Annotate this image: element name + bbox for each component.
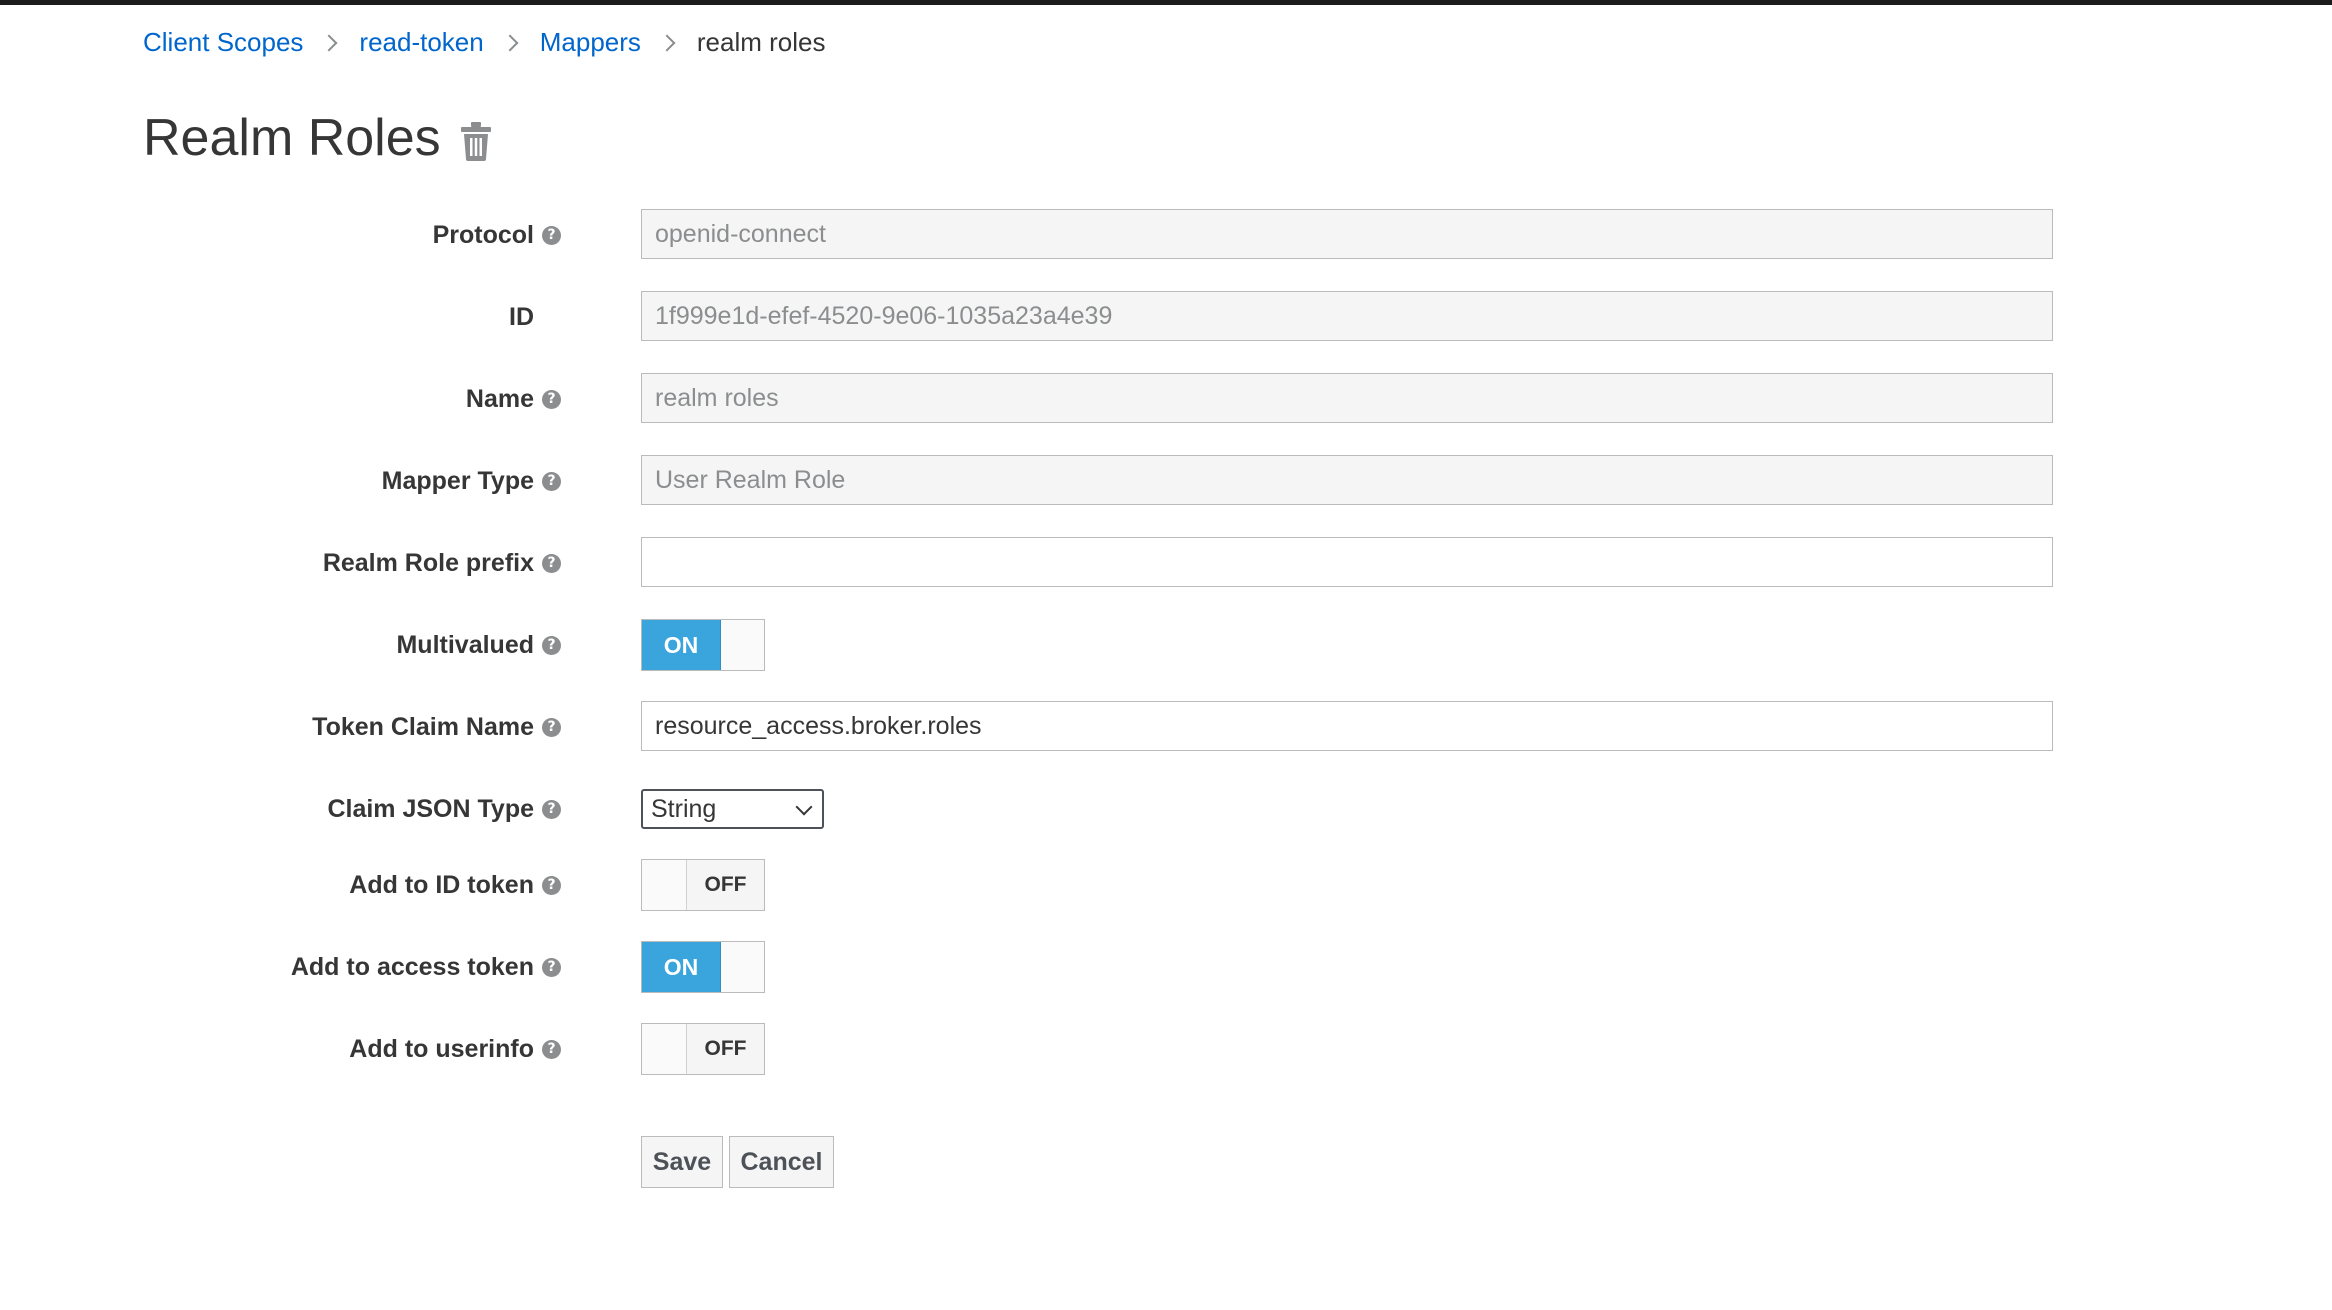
toggle-on-label: ON (642, 942, 721, 992)
realm-role-prefix-label-text: Realm Role prefix (322, 548, 534, 577)
protocol-field[interactable] (641, 209, 2053, 259)
toggle-off-label: OFF (687, 860, 764, 910)
add-to-userinfo-label-text: Add to userinfo (349, 1034, 534, 1063)
help-icon[interactable]: ? (542, 225, 561, 245)
help-icon[interactable]: ? (542, 957, 561, 977)
chevron-down-icon (795, 798, 813, 816)
help-icon[interactable]: ? (542, 389, 561, 409)
token-claim-name-input[interactable] (641, 701, 2053, 751)
help-icon[interactable]: ? (542, 717, 561, 737)
add-to-id-token-label-text: Add to ID token (349, 870, 534, 899)
claim-json-type-label-text: Claim JSON Type (327, 794, 534, 823)
toggle-handle (721, 620, 764, 670)
id-field[interactable] (641, 291, 2053, 341)
mapper-type-field[interactable] (641, 455, 2053, 505)
protocol-label: Protocol ? (433, 209, 561, 261)
form-row-protocol: Protocol ? (0, 209, 2332, 261)
chevron-right-icon (658, 34, 676, 52)
trash-icon[interactable] (460, 121, 491, 161)
form-row-multivalued: Multivalued ? ON (0, 619, 2332, 671)
breadcrumb-mappers[interactable]: Mappers (540, 27, 641, 58)
toggle-handle (642, 1024, 687, 1074)
form-row-id: ID (0, 291, 2332, 343)
mapper-type-label-text: Mapper Type (381, 466, 534, 495)
toggle-handle (642, 860, 687, 910)
top-bar (0, 0, 2332, 5)
breadcrumb: Client Scopes read-token Mappers realm r… (143, 22, 825, 62)
chevron-right-icon (501, 34, 519, 52)
help-icon[interactable]: ? (542, 875, 561, 895)
claim-json-type-select[interactable]: String (641, 789, 824, 829)
add-to-userinfo-toggle[interactable]: OFF (641, 1023, 765, 1075)
multivalued-label: Multivalued ? (396, 619, 561, 671)
page-title-container: Realm Roles (143, 108, 491, 168)
form-row-add-to-access-token: Add to access token ? ON (0, 941, 2332, 993)
help-icon[interactable]: ? (542, 1039, 561, 1059)
breadcrumb-client-scopes[interactable]: Client Scopes (143, 27, 303, 58)
id-label-text: ID (509, 302, 534, 331)
add-to-id-token-label: Add to ID token ? (349, 859, 561, 911)
toggle-handle (721, 942, 764, 992)
form-row-mapper-type: Mapper Type ? (0, 455, 2332, 507)
mapper-type-label: Mapper Type ? (382, 455, 561, 507)
add-to-id-token-toggle[interactable]: OFF (641, 859, 765, 911)
name-label: Name ? (466, 373, 561, 425)
form-row-add-to-userinfo: Add to userinfo ? OFF (0, 1023, 2332, 1075)
help-icon[interactable]: ? (542, 799, 561, 819)
add-to-access-token-toggle[interactable]: ON (641, 941, 765, 993)
token-claim-name-label-text: Token Claim Name (312, 712, 534, 741)
form-row-token-claim-name: Token Claim Name ? (0, 701, 2332, 753)
help-icon[interactable]: ? (542, 471, 561, 491)
multivalued-toggle[interactable]: ON (641, 619, 765, 671)
page-title: Realm Roles (143, 109, 441, 167)
realm-role-prefix-label: Realm Role prefix ? (323, 537, 561, 589)
help-icon[interactable]: ? (542, 635, 561, 655)
protocol-label-text: Protocol (432, 220, 534, 249)
cancel-button[interactable]: Cancel (729, 1136, 834, 1188)
add-to-access-token-label-text: Add to access token (290, 952, 534, 981)
breadcrumb-read-token[interactable]: read-token (359, 27, 483, 58)
chevron-right-icon (320, 34, 338, 52)
add-to-access-token-label: Add to access token ? (291, 941, 561, 993)
multivalued-label-text: Multivalued (396, 630, 534, 659)
help-icon[interactable]: ? (542, 553, 561, 573)
token-claim-name-label: Token Claim Name ? (312, 701, 561, 753)
id-label: ID (509, 291, 561, 343)
claim-json-type-value: String (651, 794, 717, 823)
claim-json-type-label: Claim JSON Type ? (327, 783, 561, 835)
form-row-name: Name ? (0, 373, 2332, 425)
form-row-add-to-id-token: Add to ID token ? OFF (0, 859, 2332, 911)
toggle-off-label: OFF (687, 1024, 764, 1074)
form-row-realm-role-prefix: Realm Role prefix ? (0, 537, 2332, 589)
name-field[interactable] (641, 373, 2053, 423)
add-to-userinfo-label: Add to userinfo ? (349, 1023, 561, 1075)
toggle-on-label: ON (642, 620, 721, 670)
breadcrumb-current: realm roles (696, 26, 826, 57)
name-label-text: Name (465, 384, 534, 413)
save-button[interactable]: Save (641, 1136, 723, 1188)
realm-role-prefix-input[interactable] (641, 537, 2053, 587)
form-row-claim-json-type: Claim JSON Type ? String (0, 783, 2332, 835)
